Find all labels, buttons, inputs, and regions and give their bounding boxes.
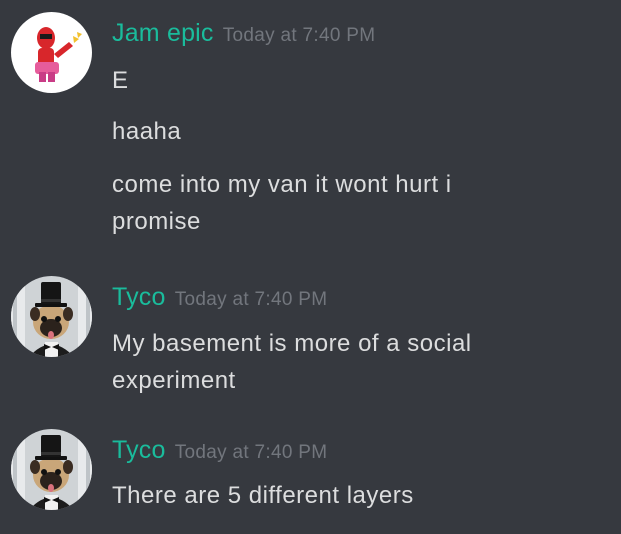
message-text: come into my van it wont hurt i xyxy=(112,171,452,198)
timestamp[interactable]: Today at 7:40 PM xyxy=(175,442,328,463)
message-text: experiment xyxy=(112,367,236,394)
pug-top-hat-avatar-icon xyxy=(11,429,92,510)
user-avatar[interactable] xyxy=(11,12,92,93)
message-header: Tyco Today at 7:40 PM xyxy=(112,280,327,314)
message-text: promise xyxy=(112,208,201,235)
username[interactable]: Tyco xyxy=(112,436,166,464)
message-group: Jam epic Today at 7:40 PM E haaha come i… xyxy=(0,0,621,250)
timestamp[interactable]: Today at 7:40 PM xyxy=(175,289,328,310)
timestamp[interactable]: Today at 7:40 PM xyxy=(223,25,376,46)
username[interactable]: Jam epic xyxy=(112,19,214,47)
message-text: My basement is more of a social xyxy=(112,330,472,357)
message-header: Jam epic Today at 7:40 PM xyxy=(112,16,375,50)
message-text: haaha xyxy=(112,118,182,145)
message-text: E xyxy=(112,67,129,94)
message-header: Tyco Today at 7:40 PM xyxy=(112,433,327,467)
pug-top-hat-avatar-icon xyxy=(11,276,92,357)
red-figure-avatar-icon xyxy=(11,12,92,93)
message-text: There are 5 different layers xyxy=(112,482,414,509)
username[interactable]: Tyco xyxy=(112,283,166,311)
user-avatar[interactable] xyxy=(11,276,92,357)
user-avatar[interactable] xyxy=(11,429,92,510)
